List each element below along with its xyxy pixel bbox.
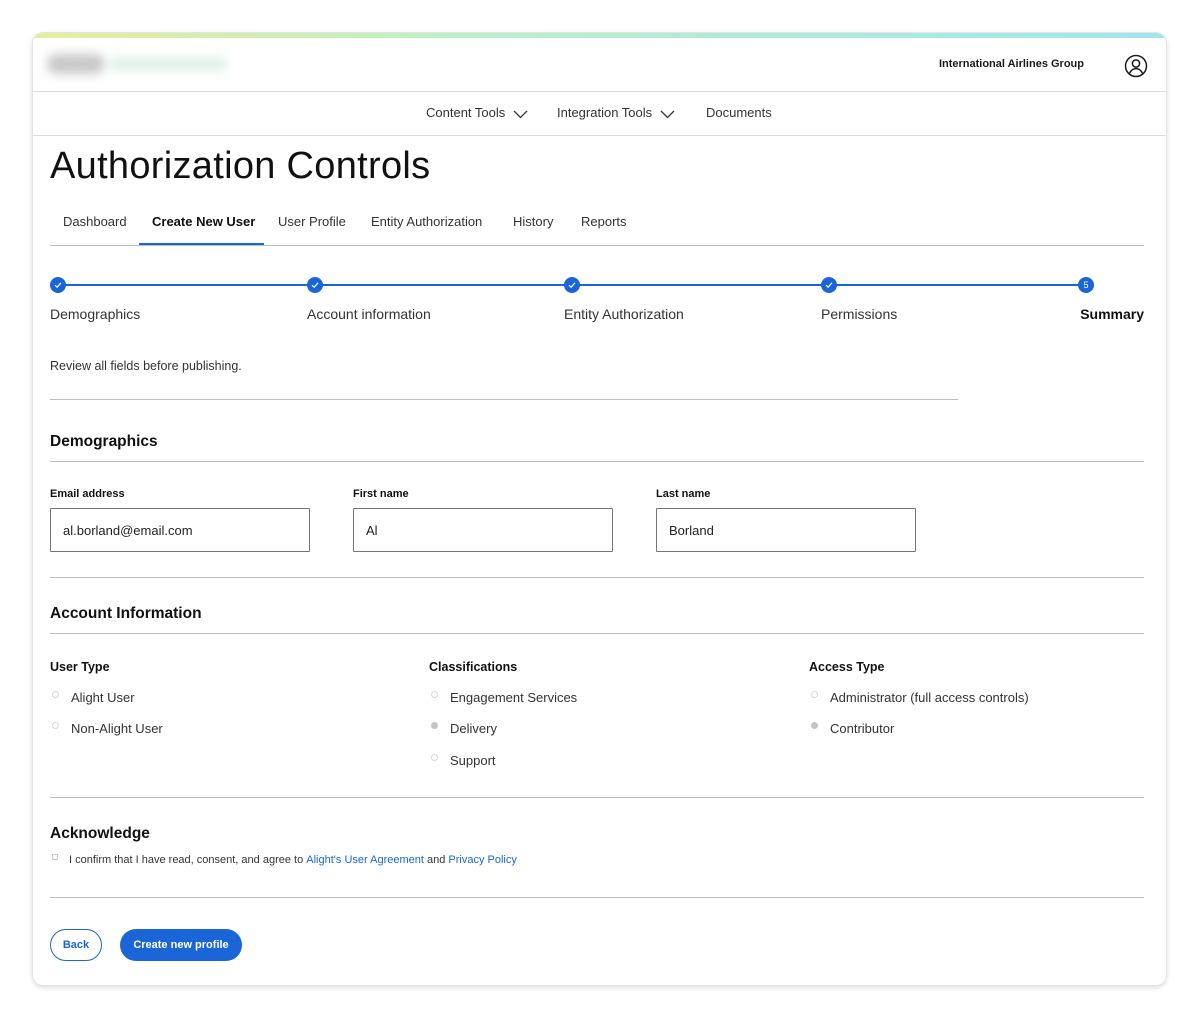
nav-content-tools[interactable]: Content Tools (426, 105, 528, 120)
acknowledge-and-text: and (426, 854, 446, 866)
divider (50, 577, 1144, 578)
account-information-heading: Account Information (50, 605, 202, 622)
chevron-down-icon (660, 110, 675, 119)
page-title: Authorization Controls (50, 145, 431, 187)
step-4-complete-icon[interactable] (821, 277, 837, 293)
radio-label: Contributor (830, 721, 895, 736)
radio-button[interactable] (811, 722, 818, 729)
tab-entity-authorization[interactable]: Entity Authorization (371, 214, 482, 229)
divider (50, 461, 1144, 462)
email-label: Email address (50, 488, 125, 500)
radio-button[interactable] (52, 691, 59, 698)
user-agreement-link[interactable]: Alight's User Agreement (306, 854, 424, 866)
radio-button[interactable] (431, 691, 438, 698)
acknowledge-checkbox[interactable] (52, 854, 58, 860)
demographics-heading: Demographics (50, 433, 158, 450)
step-label-demographics: Demographics (50, 306, 141, 322)
divider (50, 797, 1144, 798)
active-tab-indicator (139, 243, 264, 245)
step-5-number[interactable]: 5 (1078, 277, 1094, 293)
company-logo[interactable] (47, 54, 227, 74)
access-type-heading: Access Type (809, 660, 885, 674)
app-header: International Airlines Group (33, 38, 1166, 92)
user-account-icon[interactable] (1124, 54, 1148, 78)
radio-label: Administrator (full access controls) (830, 690, 1029, 705)
radio-label: Engagement Services (450, 690, 578, 705)
divider (50, 633, 1144, 634)
nav-documents[interactable]: Documents (706, 105, 772, 120)
step-label-entity-authorization: Entity Authorization (564, 306, 684, 322)
first-name-field[interactable] (353, 508, 613, 552)
radio-button[interactable] (811, 691, 818, 698)
step-1-complete-icon[interactable] (50, 277, 66, 293)
radio-engagement-services[interactable]: Engagement Services (431, 690, 577, 705)
radio-button[interactable] (52, 722, 59, 729)
nav-documents-label: Documents (706, 105, 772, 120)
classifications-heading: Classifications (429, 660, 518, 674)
step-2-complete-icon[interactable] (307, 277, 323, 293)
radio-administrator[interactable]: Administrator (full access controls) (811, 690, 1029, 705)
step-label-permissions: Permissions (821, 306, 898, 322)
nav-integration-tools[interactable]: Integration Tools (557, 105, 675, 120)
step-label-account-information: Account information (307, 306, 431, 322)
acknowledge-text: I confirm that I have read, consent, and… (69, 854, 304, 866)
tab-history[interactable]: History (513, 214, 553, 229)
tab-dashboard[interactable]: Dashboard (63, 214, 127, 229)
tab-bar: Dashboard Create New User User Profile E… (50, 205, 1144, 246)
radio-label: Support (450, 753, 496, 768)
create-new-profile-button[interactable]: Create new profile (120, 929, 242, 961)
user-type-heading: User Type (50, 660, 110, 674)
review-instructions: Review all fields before publishing. (50, 359, 242, 373)
back-button[interactable]: Back (50, 929, 102, 961)
radio-alight-user[interactable]: Alight User (52, 690, 135, 705)
main-card: International Airlines Group Content Too… (33, 33, 1166, 985)
step-3-complete-icon[interactable] (564, 277, 580, 293)
radio-contributor[interactable]: Contributor (811, 721, 894, 736)
last-name-label: Last name (656, 488, 711, 500)
radio-non-alight-user[interactable]: Non-Alight User (52, 721, 163, 736)
radio-delivery[interactable]: Delivery (431, 721, 497, 736)
divider (50, 897, 1144, 898)
chevron-down-icon (513, 110, 528, 119)
radio-label: Delivery (450, 721, 497, 736)
radio-label: Non-Alight User (71, 721, 163, 736)
nav-integration-tools-label: Integration Tools (557, 105, 653, 120)
step-label-summary: Summary (1080, 306, 1144, 322)
tab-user-profile[interactable]: User Profile (278, 214, 346, 229)
progress-stepper: 5 Demographics Account information Entit… (50, 277, 1144, 327)
acknowledge-row: I confirm that I have read, consent, and… (52, 854, 517, 866)
nav-content-tools-label: Content Tools (426, 105, 506, 120)
tab-create-new-user[interactable]: Create New User (152, 214, 255, 229)
last-name-field[interactable] (656, 508, 916, 552)
first-name-label: First name (353, 488, 409, 500)
email-field[interactable] (50, 508, 310, 552)
radio-label: Alight User (71, 690, 135, 705)
acknowledge-heading: Acknowledge (50, 825, 150, 842)
privacy-policy-link[interactable]: Privacy Policy (448, 854, 516, 866)
radio-button[interactable] (431, 722, 438, 729)
tab-reports[interactable]: Reports (581, 214, 627, 229)
radio-support[interactable]: Support (431, 753, 496, 768)
company-name: International Airlines Group (938, 58, 1084, 70)
top-navigation: Content Tools Integration Tools Document… (33, 92, 1166, 136)
radio-button[interactable] (431, 754, 438, 761)
divider (50, 399, 958, 400)
